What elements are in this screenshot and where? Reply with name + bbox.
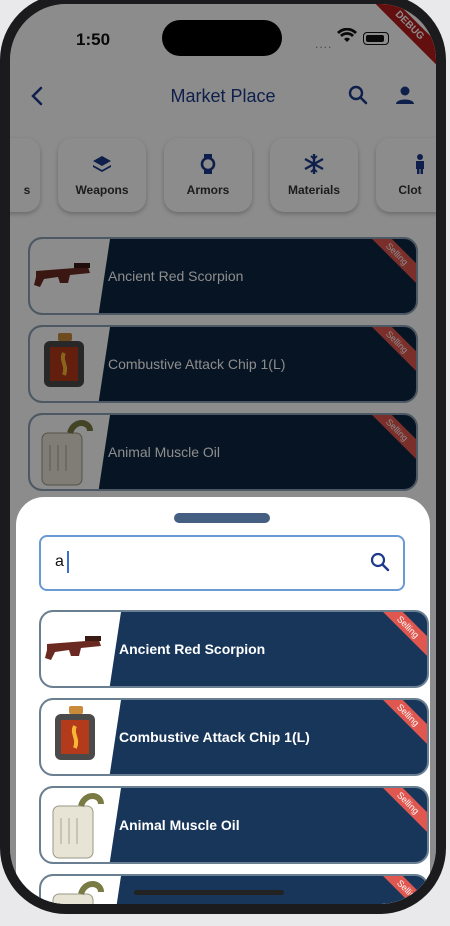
list-item[interactable]: Animal Muscle Oil Selling bbox=[39, 786, 429, 864]
gun-image bbox=[45, 636, 101, 660]
screen: 1:50 .... DEBUG Market Place s Weapons A… bbox=[10, 4, 436, 904]
selling-badge: Selling bbox=[376, 876, 427, 904]
item-name: Animal Muscle Oil bbox=[119, 817, 240, 833]
oil-image bbox=[52, 881, 104, 904]
search-icon[interactable] bbox=[369, 551, 391, 573]
list-item[interactable]: Ancient Red Scorpion Selling bbox=[39, 610, 429, 688]
home-indicator[interactable] bbox=[134, 890, 284, 895]
list-item[interactable]: Combustive Attack Chip 1(L) Selling bbox=[39, 698, 429, 776]
device: 1:50 .... DEBUG Market Place s Weapons A… bbox=[0, 0, 450, 926]
item-name: Combustive Attack Chip 1(L) bbox=[119, 729, 310, 745]
selling-badge: Selling bbox=[376, 788, 427, 835]
item-image bbox=[41, 788, 121, 862]
search-input[interactable]: a bbox=[39, 535, 405, 591]
text-caret bbox=[67, 551, 69, 573]
item-image bbox=[41, 700, 121, 774]
list-item[interactable]: Selling bbox=[39, 874, 429, 904]
item-name: Ancient Red Scorpion bbox=[119, 641, 266, 657]
selling-badge: Selling bbox=[376, 612, 427, 659]
bottom-sheet: a Ancient Red Scorpion Selling Combustiv… bbox=[16, 497, 430, 904]
item-image bbox=[41, 876, 121, 904]
item-image bbox=[41, 612, 121, 686]
selling-badge: Selling bbox=[376, 700, 427, 747]
sheet-drag-handle[interactable] bbox=[174, 513, 270, 523]
oil-image bbox=[52, 793, 104, 859]
chip-image bbox=[55, 706, 95, 760]
search-input-value: a bbox=[55, 553, 64, 570]
